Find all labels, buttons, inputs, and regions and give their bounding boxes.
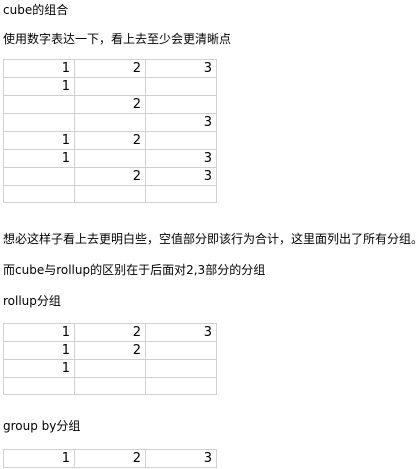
table-cell xyxy=(74,77,146,96)
table-cell xyxy=(74,377,146,395)
cube-table: 1 2 3 1 2 3 1 2 1 3 2 3 xyxy=(3,59,217,203)
table-row: 3 xyxy=(3,113,217,132)
table-cell xyxy=(3,113,75,132)
table-cell xyxy=(145,95,217,114)
table-cell: 2 xyxy=(74,341,146,360)
table-cell: 2 xyxy=(74,95,146,114)
table-row: 1 2 3 xyxy=(3,59,217,78)
table-cell: 1 xyxy=(3,359,75,378)
table-row: 1 2 xyxy=(3,131,217,150)
table-cell xyxy=(3,377,75,395)
table-cell xyxy=(74,149,146,168)
rollup-table: 1 2 3 1 2 1 xyxy=(3,323,217,395)
table-row: 1 2 xyxy=(3,341,217,360)
cube-heading: cube的组合 xyxy=(3,3,69,17)
table-cell: 2 xyxy=(74,131,146,150)
table-cell: 2 xyxy=(74,323,146,342)
table-row: 2 xyxy=(3,95,217,114)
difference-text: 而cube与rollup的区别在于后面对2,3部分的分组 xyxy=(3,263,266,277)
table-row: 2 3 xyxy=(3,167,217,186)
table-row: 1 xyxy=(3,359,217,378)
rollup-heading: rollup分组 xyxy=(3,294,61,308)
table-row: 1 2 3 xyxy=(3,449,217,468)
table-cell xyxy=(145,131,217,150)
table-row xyxy=(3,377,217,395)
table-cell: 1 xyxy=(3,77,75,96)
table-cell: 1 xyxy=(3,323,75,342)
table-row: 1 3 xyxy=(3,149,217,168)
table-row: 1 2 3 xyxy=(3,323,217,342)
table-row: 1 xyxy=(3,77,217,96)
table-cell xyxy=(3,185,75,203)
table-cell xyxy=(145,185,217,203)
table-cell: 3 xyxy=(145,149,217,168)
table-cell xyxy=(3,167,75,186)
table-cell: 2 xyxy=(74,167,146,186)
explanation-text: 想必这样子看上去更明白些，空值部分即该行为合计，这里面列出了所有分组。 xyxy=(3,232,417,246)
table-cell: 1 xyxy=(3,449,75,468)
table-cell: 3 xyxy=(145,323,217,342)
intro-text: 使用数字表达一下，看上去至少会更清晰点 xyxy=(3,32,232,46)
table-cell: 3 xyxy=(145,113,217,132)
table-cell: 3 xyxy=(145,449,217,468)
table-cell: 2 xyxy=(74,449,146,468)
table-cell xyxy=(145,377,217,395)
table-cell: 1 xyxy=(3,341,75,360)
table-cell xyxy=(74,359,146,378)
table-cell xyxy=(145,77,217,96)
table-cell xyxy=(145,359,217,378)
table-cell xyxy=(3,95,75,114)
table-cell xyxy=(145,341,217,360)
table-cell xyxy=(74,185,146,203)
table-cell: 1 xyxy=(3,59,75,78)
table-cell xyxy=(74,113,146,132)
groupby-heading: group by分组 xyxy=(3,419,81,433)
table-cell: 1 xyxy=(3,149,75,168)
groupby-table: 1 2 3 xyxy=(3,449,217,468)
table-cell: 2 xyxy=(74,59,146,78)
table-row xyxy=(3,185,217,203)
table-cell: 3 xyxy=(145,59,217,78)
table-cell: 3 xyxy=(145,167,217,186)
table-cell: 1 xyxy=(3,131,75,150)
